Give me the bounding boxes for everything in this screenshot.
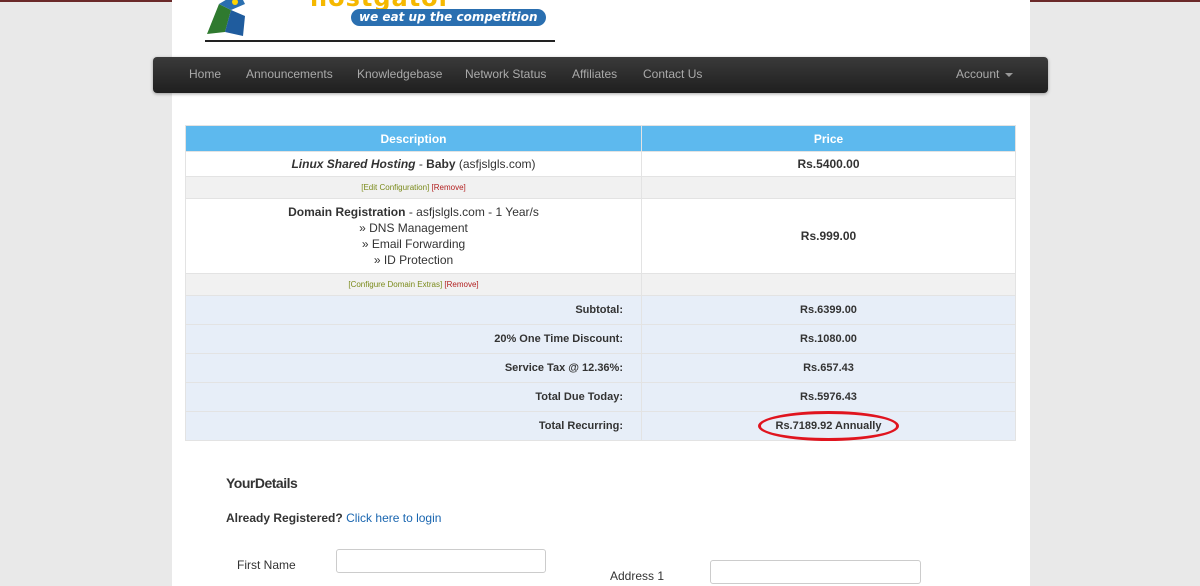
summary-row-service-tax: Service Tax @ 12.36%: Rs.657.43 xyxy=(185,353,1016,383)
login-link[interactable]: Click here to login xyxy=(346,511,441,525)
hosting-price: Rs.5400.00 xyxy=(641,151,1016,177)
remove-hosting-link[interactable]: [Remove] xyxy=(432,183,466,192)
hosting-description: Linux Shared Hosting - Baby (asfjslgls.c… xyxy=(185,151,642,177)
total-recurring-cell: Rs.7189.92 Annually xyxy=(641,411,1016,441)
header-price: Price xyxy=(641,125,1016,152)
domain-options-empty xyxy=(641,273,1016,296)
summary-row-total-recurring: Total Recurring: Rs.7189.92 Annually xyxy=(185,411,1016,441)
nav-knowledgebase[interactable]: Knowledgebase xyxy=(357,57,442,93)
domain-options-cell: [Configure Domain Extras] [Remove] xyxy=(185,273,642,296)
remove-domain-link[interactable]: [Remove] xyxy=(444,280,478,289)
address1-label: Address 1 xyxy=(610,569,665,583)
edit-configuration-link[interactable]: [Edit Configuration] xyxy=(361,183,429,192)
already-registered-text: Already Registered? xyxy=(226,511,343,525)
hosting-separator: - xyxy=(415,157,427,171)
addon-dns-management: » DNS Management xyxy=(359,221,468,235)
order-summary-table: Description Price Linux Shared Hosting -… xyxy=(185,125,1016,441)
address1-input[interactable] xyxy=(710,560,921,584)
nav-contact-us[interactable]: Contact Us xyxy=(643,57,702,93)
total-due-value: Rs.5976.43 xyxy=(641,382,1016,412)
configure-domain-extras-link[interactable]: [Configure Domain Extras] xyxy=(348,280,442,289)
domain-description: Domain Registration - asfjslgls.com - 1 … xyxy=(185,198,642,274)
table-row-hosting-options: [Edit Configuration] [Remove] xyxy=(185,176,1016,199)
main-navbar: Home Announcements Knowledgebase Network… xyxy=(153,57,1048,93)
nav-account-label: Account xyxy=(956,67,1000,81)
hosting-plan: Baby xyxy=(426,157,456,171)
first-name-input[interactable] xyxy=(336,549,546,573)
addon-id-protection: » ID Protection xyxy=(373,253,454,267)
nav-affiliates[interactable]: Affiliates xyxy=(572,57,617,93)
nav-home[interactable]: Home xyxy=(189,57,221,93)
hosting-options-cell: [Edit Configuration] [Remove] xyxy=(185,176,642,199)
logo-brand-text: hostgator xyxy=(310,0,451,12)
service-tax-value: Rs.657.43 xyxy=(641,353,1016,383)
discount-label: 20% One Time Discount: xyxy=(185,324,642,354)
summary-row-discount: 20% One Time Discount: Rs.1080.00 xyxy=(185,324,1016,354)
hosting-options-empty xyxy=(641,176,1016,199)
hosting-product-name: Linux Shared Hosting xyxy=(291,157,416,171)
total-due-label: Total Due Today: xyxy=(185,382,642,412)
nav-account-dropdown[interactable]: Account xyxy=(956,57,1014,93)
summary-row-total-due: Total Due Today: Rs.5976.43 xyxy=(185,382,1016,412)
subtotal-value: Rs.6399.00 xyxy=(641,295,1016,325)
hosting-domain: (asfjslgls.com) xyxy=(455,157,536,171)
domain-price: Rs.999.00 xyxy=(641,198,1016,274)
addon-email-forwarding: » Email Forwarding xyxy=(361,237,466,251)
total-recurring-value: Rs.7189.92 Annually xyxy=(757,411,900,441)
nav-network-status[interactable]: Network Status xyxy=(465,57,546,93)
header-description: Description xyxy=(185,125,642,152)
site-logo[interactable]: hostgator we eat up the competition xyxy=(205,0,555,42)
discount-value: Rs.1080.00 xyxy=(641,324,1016,354)
total-recurring-label: Total Recurring: xyxy=(185,411,642,441)
your-details-heading: YourDetails xyxy=(226,475,298,491)
table-row-domain-options: [Configure Domain Extras] [Remove] xyxy=(185,273,1016,296)
summary-row-subtotal: Subtotal: Rs.6399.00 xyxy=(185,295,1016,325)
first-name-label: First Name xyxy=(237,558,296,572)
domain-title: Domain Registration xyxy=(288,205,406,219)
service-tax-label: Service Tax @ 12.36%: xyxy=(185,353,642,383)
table-row-hosting: Linux Shared Hosting - Baby (asfjslgls.c… xyxy=(185,151,1016,177)
table-header-row: Description Price xyxy=(185,125,1016,152)
domain-detail: - asfjslgls.com - 1 Year/s xyxy=(405,205,539,219)
already-registered-line: Already Registered? Click here to login xyxy=(226,511,441,525)
subtotal-label: Subtotal: xyxy=(185,295,642,325)
gator-mascot-icon xyxy=(207,0,245,36)
chevron-down-icon xyxy=(1005,72,1014,77)
logo-tagline: we eat up the competition xyxy=(351,9,546,26)
nav-announcements[interactable]: Announcements xyxy=(246,57,333,93)
table-row-domain: Domain Registration - asfjslgls.com - 1 … xyxy=(185,198,1016,274)
